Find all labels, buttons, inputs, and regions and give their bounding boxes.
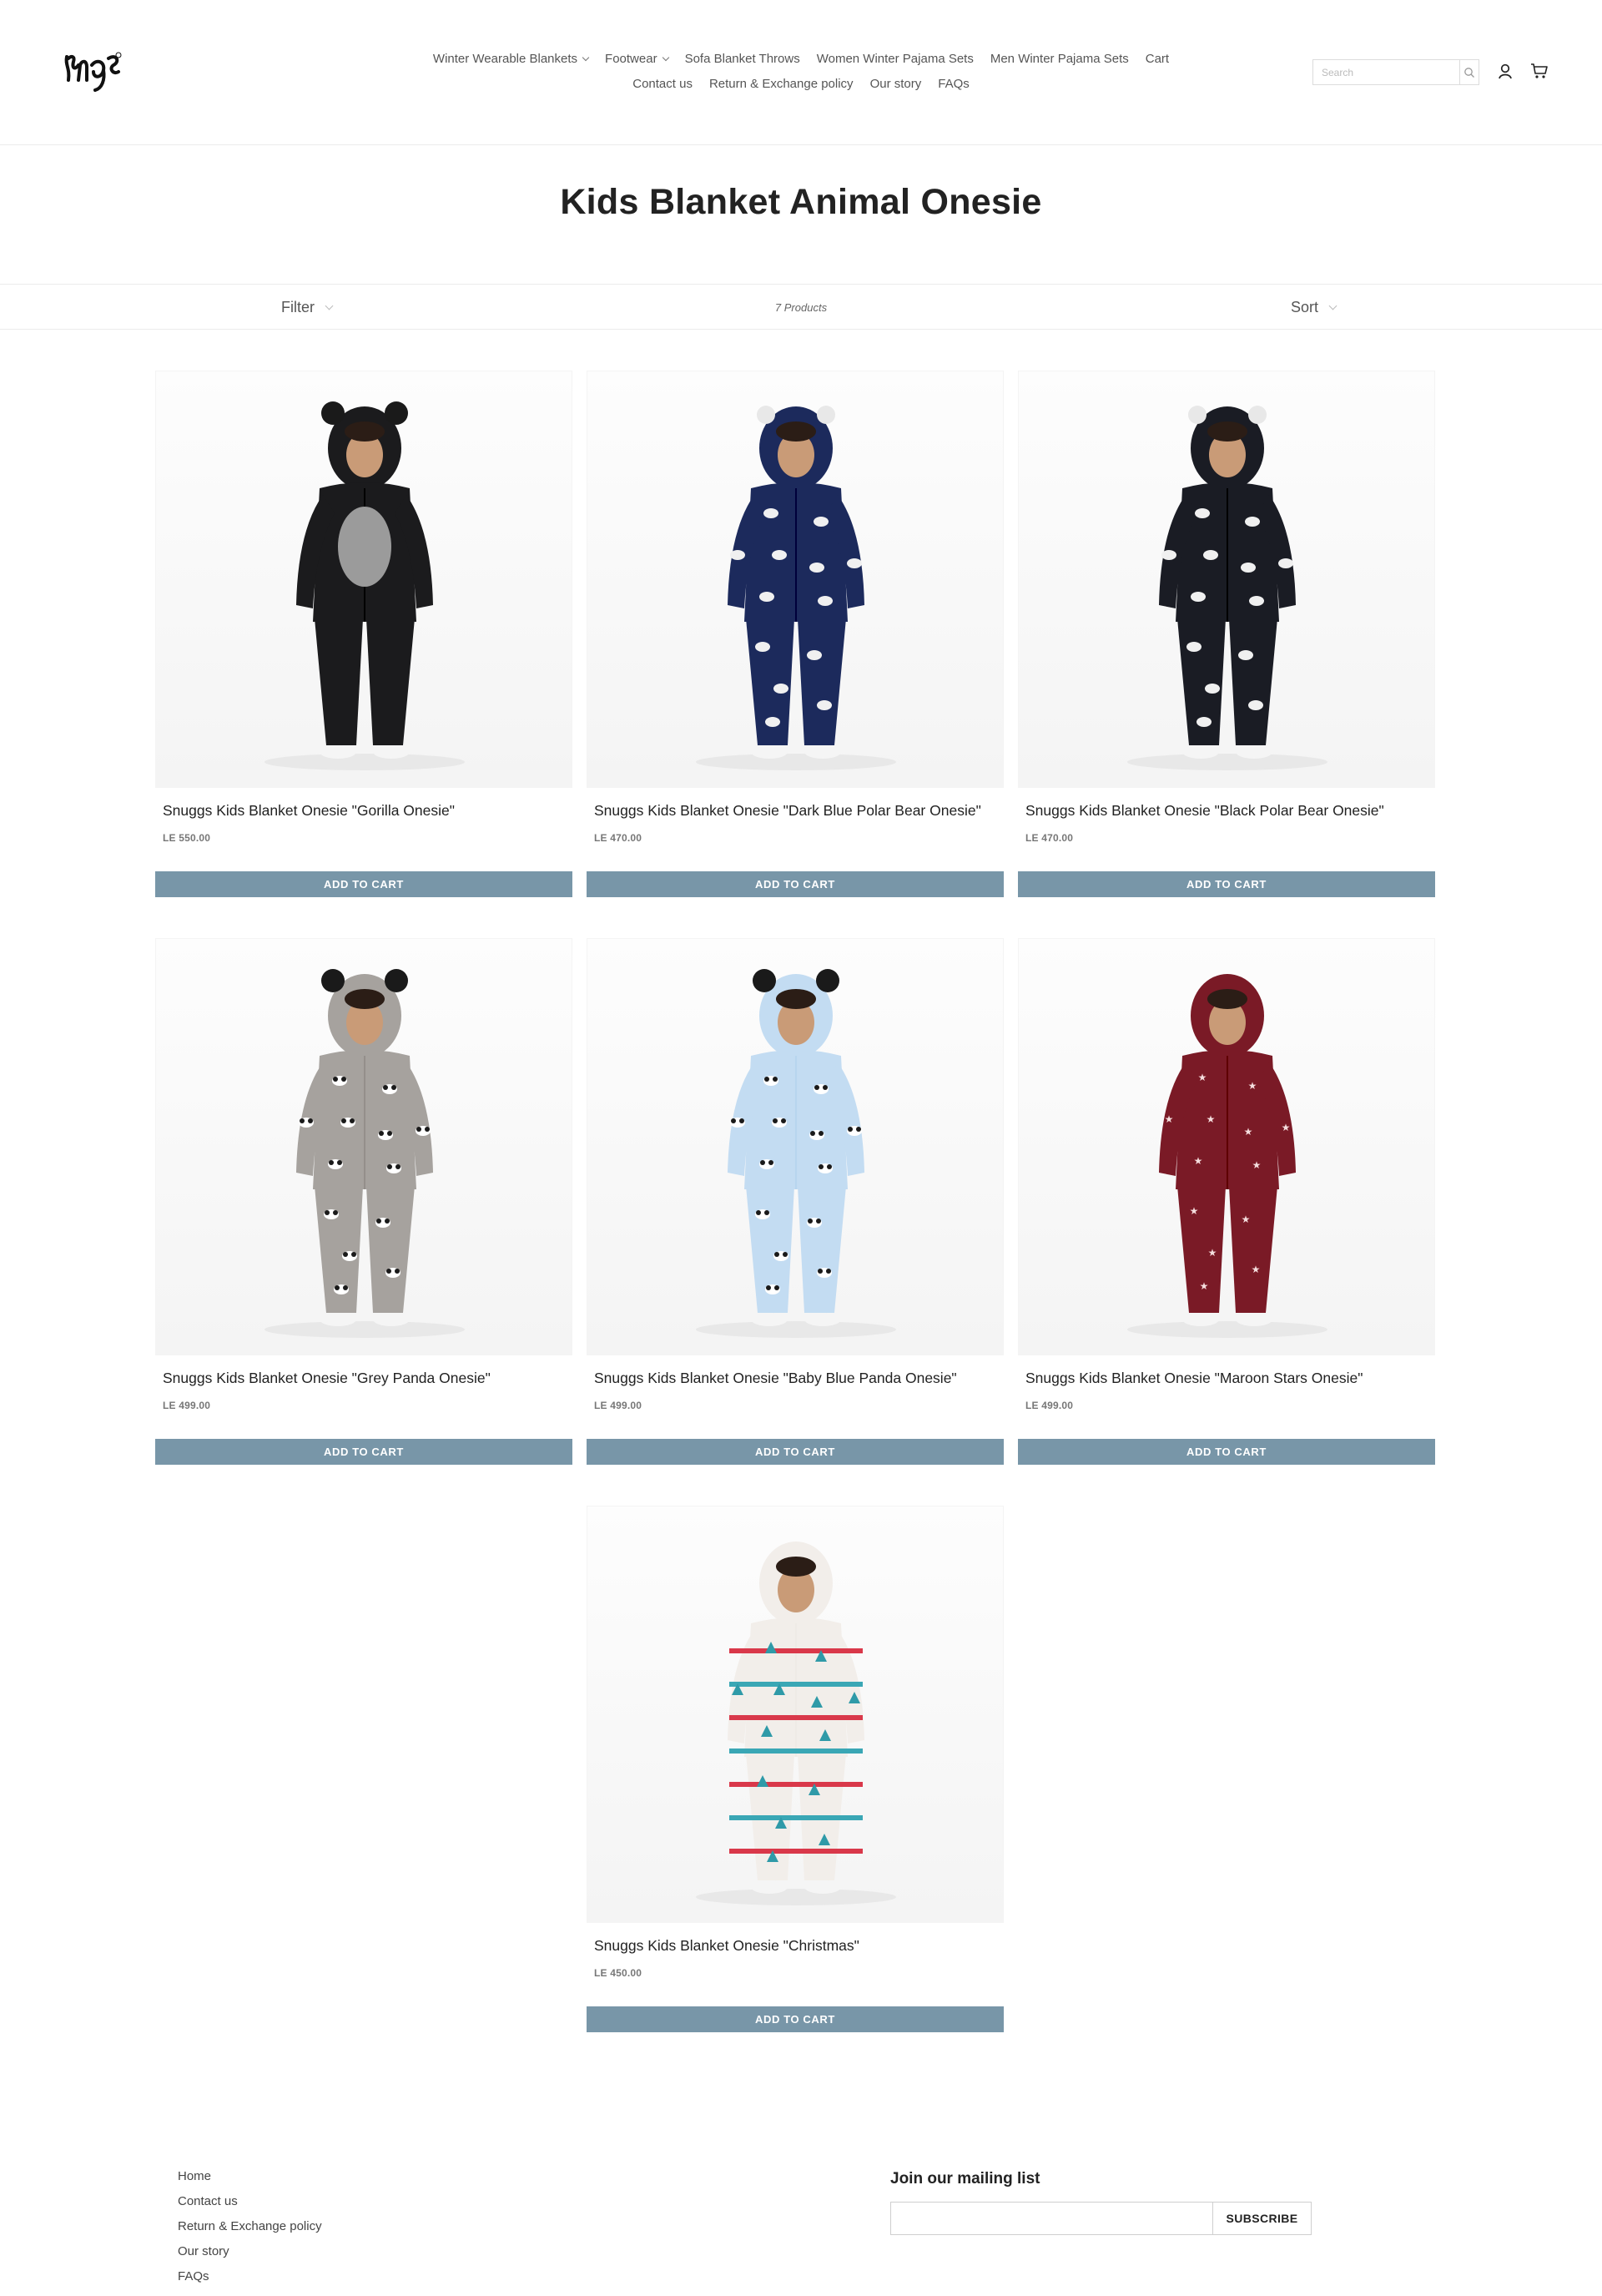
svg-text:★: ★ <box>1242 1214 1251 1225</box>
svg-text:★: ★ <box>1198 1072 1207 1083</box>
add-to-cart-button[interactable]: ADD TO CART <box>155 871 572 897</box>
product-card: Snuggs Kids Blanket Onesie "Black Polar … <box>1018 371 1435 897</box>
add-to-cart-button[interactable]: ADD TO CART <box>587 2006 1004 2032</box>
footer-link-our-story[interactable]: Our story <box>178 2239 322 2264</box>
email-field[interactable] <box>890 2202 1213 2235</box>
product-figure-illustration <box>696 406 896 770</box>
add-to-cart-button[interactable]: ADD TO CART <box>1018 871 1435 897</box>
product-image[interactable] <box>587 1506 1004 1923</box>
product-image[interactable] <box>155 938 572 1355</box>
nav-item-contact-us[interactable]: Contact us <box>632 72 693 97</box>
add-to-cart-button[interactable]: ADD TO CART <box>587 871 1004 897</box>
product-image[interactable] <box>1018 371 1435 788</box>
nav-row-secondary: Contact us Return & Exchange policy Our … <box>392 72 1210 97</box>
nav-item-men-winter-pajama-sets[interactable]: Men Winter Pajama Sets <box>990 47 1129 72</box>
product-image[interactable] <box>587 938 1004 1355</box>
svg-text:★: ★ <box>1200 1280 1209 1292</box>
svg-text:★: ★ <box>1248 1080 1257 1092</box>
search-button[interactable] <box>1459 60 1479 84</box>
mailing-list-title: Join our mailing list <box>890 2170 1040 2188</box>
page-title: Kids Blanket Animal Onesie <box>560 182 1042 222</box>
product-card: Snuggs Kids Blanket Onesie "Gorilla Ones… <box>155 371 572 897</box>
product-price: LE 470.00 <box>1025 832 1074 844</box>
svg-text:★: ★ <box>1208 1247 1217 1259</box>
product-card: Snuggs Kids Blanket Onesie "Dark Blue Po… <box>587 371 1004 897</box>
cart-icon <box>1531 63 1548 78</box>
product-name[interactable]: Snuggs Kids Blanket Onesie "Christmas" <box>594 1937 859 1955</box>
nav-item-sofa-blanket-throws[interactable]: Sofa Blanket Throws <box>685 47 800 72</box>
nav-label: Footwear <box>605 52 657 66</box>
logo-mark <box>64 52 122 92</box>
nav-label: Winter Wearable Blankets <box>432 52 578 66</box>
product-price: LE 499.00 <box>1025 1400 1074 1411</box>
product-figure-illustration <box>264 969 465 1338</box>
nav-item-women-winter-pajama-sets[interactable]: Women Winter Pajama Sets <box>817 47 974 72</box>
product-figure-illustration <box>264 401 465 770</box>
product-name[interactable]: Snuggs Kids Blanket Onesie "Dark Blue Po… <box>594 802 981 820</box>
product-card: Snuggs Kids Blanket Onesie "Christmas" L… <box>587 1506 1004 2032</box>
add-to-cart-button[interactable]: ADD TO CART <box>587 1439 1004 1465</box>
site-header: Winter Wearable Blankets Footwear Sofa B… <box>0 0 1602 145</box>
search-icon <box>1464 67 1474 78</box>
product-figure-illustration <box>1127 406 1327 770</box>
chevron-down-icon <box>662 53 669 62</box>
collection-toolbar: Filter 7 Products Sort <box>0 284 1602 330</box>
cart-button[interactable] <box>1529 60 1550 82</box>
product-name[interactable]: Snuggs Kids Blanket Onesie "Maroon Stars… <box>1025 1370 1363 1387</box>
sort-dropdown[interactable]: Sort <box>1291 299 1338 316</box>
product-figure-illustration <box>696 969 896 1338</box>
product-image[interactable] <box>155 371 572 788</box>
nav-item-footwear[interactable]: Footwear <box>605 47 669 72</box>
svg-text:★: ★ <box>1190 1205 1199 1217</box>
product-figure-illustration: ★ ★ ★ ★ ★ ★ ★ ★ ★ ★ ★ ★ ★ <box>1127 974 1327 1338</box>
product-card: Snuggs Kids Blanket Onesie "Baby Blue Pa… <box>587 938 1004 1465</box>
nav-item-faqs[interactable]: FAQs <box>938 72 970 97</box>
product-figure-illustration <box>696 1542 896 1905</box>
product-price: LE 550.00 <box>163 832 211 844</box>
mailing-list-form: SUBSCRIBE <box>890 2202 1312 2235</box>
svg-text:★: ★ <box>1207 1113 1216 1125</box>
product-price: LE 450.00 <box>594 1967 642 1979</box>
svg-text:★: ★ <box>1194 1155 1203 1167</box>
subscribe-button[interactable]: SUBSCRIBE <box>1213 2202 1312 2235</box>
footer-link-return-exchange-policy[interactable]: Return & Exchange policy <box>178 2214 322 2239</box>
search-box <box>1312 59 1479 85</box>
product-image[interactable] <box>587 371 1004 788</box>
main-nav: Winter Wearable Blankets Footwear Sofa B… <box>392 47 1210 97</box>
svg-text:★: ★ <box>1282 1122 1291 1133</box>
product-count: 7 Products <box>774 301 828 314</box>
product-name[interactable]: Snuggs Kids Blanket Onesie "Grey Panda O… <box>163 1370 491 1387</box>
footer-link-contact-us[interactable]: Contact us <box>178 2189 322 2214</box>
product-image[interactable]: ★ ★ ★ ★ ★ ★ ★ ★ ★ ★ ★ ★ ★ <box>1018 938 1435 1355</box>
account-button[interactable] <box>1494 60 1516 82</box>
product-card: ★ ★ ★ ★ ★ ★ ★ ★ ★ ★ ★ ★ ★ Snuggs Kids Blanket Onesie… <box>1018 938 1435 1465</box>
svg-text:★: ★ <box>1252 1159 1262 1171</box>
product-price: LE 470.00 <box>594 832 642 844</box>
footer-link-home[interactable]: Home <box>178 2164 322 2189</box>
product-name[interactable]: Snuggs Kids Blanket Onesie "Black Polar … <box>1025 802 1384 820</box>
chevron-down-icon <box>1328 301 1338 310</box>
nav-item-cart[interactable]: Cart <box>1146 47 1169 72</box>
product-name[interactable]: Snuggs Kids Blanket Onesie "Baby Blue Pa… <box>594 1370 957 1387</box>
product-price: LE 499.00 <box>163 1400 211 1411</box>
product-name[interactable]: Snuggs Kids Blanket Onesie "Gorilla Ones… <box>163 802 455 820</box>
svg-text:★: ★ <box>1165 1113 1174 1125</box>
nav-item-return-exchange-policy[interactable]: Return & Exchange policy <box>709 72 854 97</box>
logo[interactable] <box>62 47 123 95</box>
add-to-cart-button[interactable]: ADD TO CART <box>1018 1439 1435 1465</box>
svg-text:★: ★ <box>1252 1264 1261 1275</box>
search-input[interactable] <box>1313 60 1459 84</box>
sort-label: Sort <box>1291 299 1319 315</box>
chevron-down-icon <box>582 53 590 62</box>
footer-links: Home Contact us Return & Exchange policy… <box>178 2164 322 2289</box>
nav-item-winter-wearable-blankets[interactable]: Winter Wearable Blankets <box>432 47 590 72</box>
add-to-cart-button[interactable]: ADD TO CART <box>155 1439 572 1465</box>
nav-item-our-story[interactable]: Our story <box>870 72 922 97</box>
product-price: LE 499.00 <box>594 1400 642 1411</box>
product-card: Snuggs Kids Blanket Onesie "Grey Panda O… <box>155 938 572 1465</box>
svg-text:★: ★ <box>1244 1126 1253 1138</box>
footer-link-faqs[interactable]: FAQs <box>178 2264 322 2289</box>
nav-row-primary: Winter Wearable Blankets Footwear Sofa B… <box>392 47 1210 72</box>
account-icon <box>1499 63 1512 79</box>
